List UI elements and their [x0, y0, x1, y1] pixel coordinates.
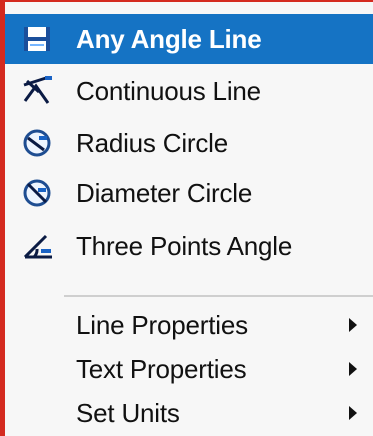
menu-item-three-points-angle[interactable]: Three Points Angle — [5, 221, 373, 271]
submenu-set-units[interactable]: Set Units — [5, 388, 373, 436]
submenu-label: Set Units — [76, 398, 180, 428]
menu-item-label: Three Points Angle — [76, 231, 293, 261]
continuous-line-icon — [13, 71, 61, 111]
menu-separator — [64, 295, 373, 297]
submenu-label: Text Properties — [76, 354, 247, 384]
context-menu: Any Angle Line Continuous Line Radius Ci… — [0, 0, 373, 436]
menu-item-label: Continuous Line — [76, 76, 261, 106]
submenu-text-properties[interactable]: Text Properties — [5, 344, 373, 394]
chevron-right-icon — [349, 362, 357, 376]
menu-item-continuous-line[interactable]: Continuous Line — [5, 66, 373, 116]
diameter-circle-icon — [13, 173, 61, 213]
submenu-line-properties[interactable]: Line Properties — [5, 300, 373, 350]
three-points-angle-icon — [13, 226, 61, 266]
menu-item-label: Any Angle Line — [76, 24, 262, 54]
chevron-right-icon — [349, 406, 357, 420]
top-border — [0, 0, 373, 2]
menu-item-diameter-circle[interactable]: Diameter Circle — [5, 168, 373, 218]
menu-item-label: Diameter Circle — [76, 178, 253, 208]
any-angle-line-icon — [13, 19, 61, 59]
menu-item-radius-circle[interactable]: Radius Circle — [5, 118, 373, 168]
submenu-label: Line Properties — [76, 310, 248, 340]
radius-circle-icon — [13, 123, 61, 163]
menu-item-any-angle-line[interactable]: Any Angle Line — [5, 14, 373, 64]
chevron-right-icon — [349, 318, 357, 332]
menu-item-label: Radius Circle — [76, 128, 229, 158]
